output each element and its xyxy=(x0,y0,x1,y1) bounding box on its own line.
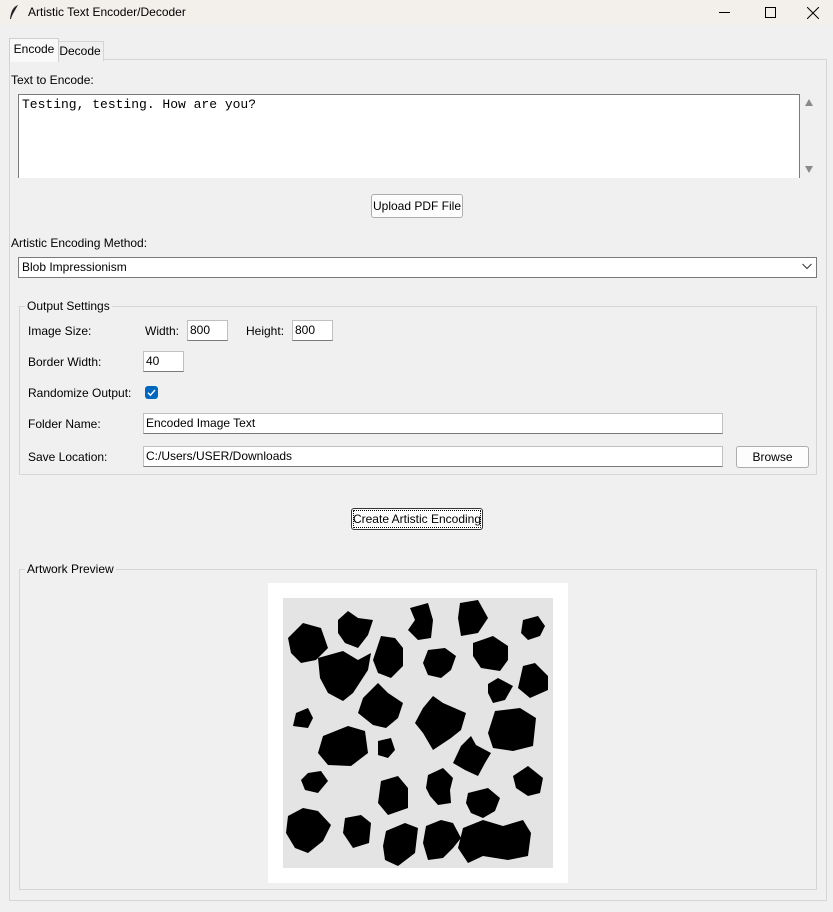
text-scrollbar[interactable] xyxy=(800,94,818,178)
tab-encode-label: Encode xyxy=(13,42,55,56)
maximize-icon xyxy=(764,7,776,18)
encoding-method-value: Blob Impressionism xyxy=(22,260,127,274)
minimize-icon xyxy=(718,12,730,13)
randomize-output-label: Randomize Output: xyxy=(28,386,132,400)
encoding-method-label: Artistic Encoding Method: xyxy=(11,236,148,250)
create-encoding-button[interactable]: Create Artistic Encoding xyxy=(351,508,483,530)
tab-decode-label: Decode xyxy=(59,44,101,58)
chevron-down-icon xyxy=(802,263,812,270)
folder-name-input[interactable]: Encoded Image Text xyxy=(143,413,723,434)
artwork-preview-image xyxy=(283,598,553,868)
height-label: Height: xyxy=(246,324,285,338)
tab-decode[interactable]: Decode xyxy=(57,41,104,61)
randomize-output-checkbox[interactable] xyxy=(145,386,158,399)
minimize-button[interactable] xyxy=(701,0,747,25)
width-input[interactable]: 800 xyxy=(187,320,228,341)
border-width-input[interactable]: 40 xyxy=(143,351,184,372)
feather-icon xyxy=(10,5,18,19)
maximize-button[interactable] xyxy=(747,0,793,25)
height-input[interactable]: 800 xyxy=(292,320,333,341)
title-bar: Artistic Text Encoder/Decoder xyxy=(0,0,833,25)
text-to-encode-input[interactable]: Testing, testing. How are you? xyxy=(18,94,800,178)
folder-name-label: Folder Name: xyxy=(28,417,101,431)
border-width-label: Border Width: xyxy=(28,355,102,369)
close-icon xyxy=(807,6,819,19)
upload-pdf-button[interactable]: Upload PDF File xyxy=(371,194,463,218)
output-settings-title: Output Settings xyxy=(25,299,112,313)
artwork-preview-title: Artwork Preview xyxy=(25,562,116,576)
save-location-input[interactable]: C:/Users/USER/Downloads xyxy=(143,446,723,467)
image-size-label: Image Size: xyxy=(28,324,92,338)
scroll-down-icon[interactable] xyxy=(805,166,813,173)
width-label: Width: xyxy=(145,324,180,338)
close-button[interactable] xyxy=(793,0,833,25)
checkmark-icon xyxy=(147,389,156,397)
browse-button[interactable]: Browse xyxy=(736,446,809,468)
window-title: Artistic Text Encoder/Decoder xyxy=(28,5,186,19)
tab-encode[interactable]: Encode xyxy=(9,38,59,62)
blob-artwork xyxy=(286,600,548,866)
text-to-encode-label: Text to Encode: xyxy=(11,73,94,87)
scroll-up-icon[interactable] xyxy=(805,99,813,106)
encoding-method-select[interactable]: Blob Impressionism xyxy=(18,257,817,278)
save-location-label: Save Location: xyxy=(28,450,108,464)
